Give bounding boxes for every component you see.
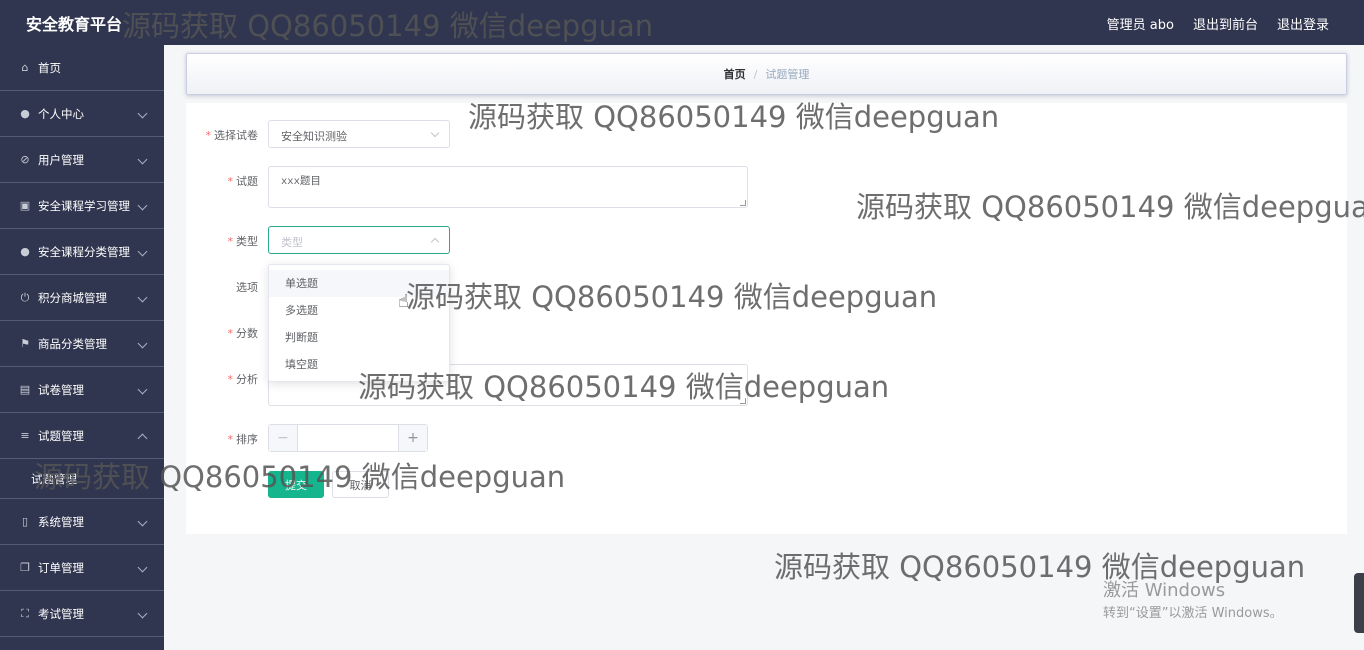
chevron-down-icon [137, 338, 148, 348]
sidebar-item-course-study[interactable]: ▣ 安全课程学习管理 [0, 183, 164, 229]
sidebar-item-question-management[interactable]: ≡ 试题管理 [0, 413, 164, 459]
question-label: * 试题 [227, 175, 259, 188]
sidebar-subitem-question-management[interactable]: 试题管理 [0, 459, 164, 499]
dropdown-option-multiple[interactable]: 多选题 [269, 297, 449, 324]
chevron-down-icon [137, 108, 148, 118]
scan-icon: ⛶ [21, 606, 29, 620]
sidebar-item-home[interactable]: ⌂ 首页 [0, 45, 164, 91]
chevron-down-icon [137, 292, 148, 302]
breadcrumb-home[interactable]: 首页 [724, 66, 746, 82]
sidebar-item-exam-management[interactable]: ⛶ 考试管理 [0, 591, 164, 637]
top-right-nav: 管理员 abo 退出到前台 退出登录 [1107, 14, 1329, 33]
order-label: * 排序 [227, 433, 259, 446]
chevron-up-icon [430, 237, 440, 247]
briefcase-icon: ▤ [19, 383, 31, 396]
type-label: * 类型 [227, 235, 259, 248]
sidebar-item-paper-management[interactable]: ▤ 试卷管理 [0, 367, 164, 413]
sidebar-item-label: 考试管理 [38, 606, 84, 621]
windows-activation-title: 激活 Windows [1103, 580, 1226, 601]
sidebar-item-goods-category[interactable]: ⚑ 商品分类管理 [0, 321, 164, 367]
cancel-button[interactable]: 取消 [332, 471, 389, 498]
sidebar-item-label: 安全课程学习管理 [38, 198, 130, 213]
breadcrumb: 首页 / 试题管理 [186, 53, 1347, 95]
question-textarea[interactable] [268, 166, 748, 208]
order-input[interactable] [298, 425, 398, 451]
chevron-down-icon [137, 154, 148, 164]
edge-widget[interactable] [1354, 573, 1364, 633]
chevron-down-icon [137, 246, 148, 256]
sidebar: ⌂ 首页 ● 个人中心 ⊘ 用户管理 ▣ 安全课程学习管理 ● 安全课程分类管理… [0, 45, 164, 650]
chevron-down-icon [137, 516, 148, 526]
paper-select-value: 安全知识测验 [281, 130, 347, 143]
sidebar-item-order-management[interactable]: ❐ 订单管理 [0, 545, 164, 591]
breadcrumb-current: 试题管理 [765, 68, 810, 81]
top-bar: 安全教育平台 管理员 abo 退出到前台 退出登录 [0, 0, 1364, 45]
sidebar-item-label: 订单管理 [38, 560, 84, 575]
power-icon: ⏻ [20, 290, 30, 304]
flag-icon: ⚑ [20, 337, 30, 350]
chevron-up-icon [137, 433, 148, 443]
sidebar-item-label: 首页 [38, 60, 61, 75]
paper-select[interactable]: 安全知识测验 [268, 120, 450, 148]
windows-activation-hint: 转到“设置”以激活 Windows。 [1103, 606, 1283, 621]
sidebar-item-system-management[interactable]: ▯ 系统管理 [0, 499, 164, 545]
home-icon: ⌂ [21, 61, 29, 74]
watermark-text: 源码获取 QQ86050149 微信deepguan [774, 550, 1306, 584]
sidebar-item-course-category[interactable]: ● 安全课程分类管理 [0, 229, 164, 275]
analysis-label: * 分析 [227, 373, 259, 386]
clipboard-icon: ▣ [19, 199, 31, 212]
sidebar-item-user-management[interactable]: ⊘ 用户管理 [0, 137, 164, 183]
order-stepper: − + [268, 424, 428, 452]
dropdown-option-judge[interactable]: 判断题 [269, 324, 449, 351]
sidebar-item-label: 系统管理 [38, 514, 84, 529]
hand-cursor-icon: ☝ [398, 291, 409, 312]
chevron-down-icon [137, 200, 148, 210]
sidebar-item-label: 积分商城管理 [38, 290, 107, 305]
increment-button[interactable]: + [398, 425, 427, 451]
sidebar-item-label: 试卷管理 [38, 382, 84, 397]
dropdown-option-fill[interactable]: 填空题 [269, 351, 449, 378]
user-manage-icon: ⊘ [20, 153, 30, 166]
breadcrumb-separator: / [753, 67, 758, 81]
sidebar-item-personal-center[interactable]: ● 个人中心 [0, 91, 164, 137]
list-icon: ≡ [20, 429, 30, 442]
chevron-down-icon [430, 128, 440, 138]
sidebar-item-points-mall[interactable]: ⏻ 积分商城管理 [0, 275, 164, 321]
user-icon: ● [20, 107, 30, 120]
resize-grip-icon[interactable] [740, 398, 746, 404]
type-dropdown: 单选题 多选题 判断题 填空题 [268, 264, 450, 382]
sidebar-item-label: 用户管理 [38, 152, 84, 167]
options-label: 选项 [236, 281, 258, 294]
copy-icon: ❐ [20, 561, 30, 574]
decrement-button[interactable]: − [269, 425, 298, 451]
exit-to-front-link[interactable]: 退出到前台 [1193, 14, 1258, 33]
score-label: * 分数 [227, 327, 259, 340]
paper-label: * 选择试卷 [205, 129, 259, 142]
resize-grip-icon[interactable] [740, 200, 746, 206]
brand-title: 安全教育平台 [26, 15, 123, 34]
sidebar-item-label: 安全课程分类管理 [38, 244, 130, 259]
chevron-down-icon [137, 562, 148, 572]
chevron-down-icon [137, 384, 148, 394]
chevron-down-icon [137, 608, 148, 618]
type-select-placeholder: 类型 [281, 236, 303, 249]
dropdown-option-single[interactable]: 单选题 [269, 270, 449, 297]
current-user[interactable]: 管理员 abo [1107, 14, 1174, 33]
sidebar-item-label: 商品分类管理 [38, 336, 107, 351]
submit-button[interactable]: 提交 [268, 471, 324, 498]
type-select[interactable]: 类型 [268, 226, 450, 254]
phone-icon: ▯ [21, 515, 29, 528]
question-textarea-wrap [268, 166, 748, 208]
sidebar-item-label: 试题管理 [38, 428, 84, 443]
sidebar-item-label: 个人中心 [38, 106, 84, 121]
logout-link[interactable]: 退出登录 [1277, 14, 1329, 33]
person-icon: ● [20, 245, 30, 258]
